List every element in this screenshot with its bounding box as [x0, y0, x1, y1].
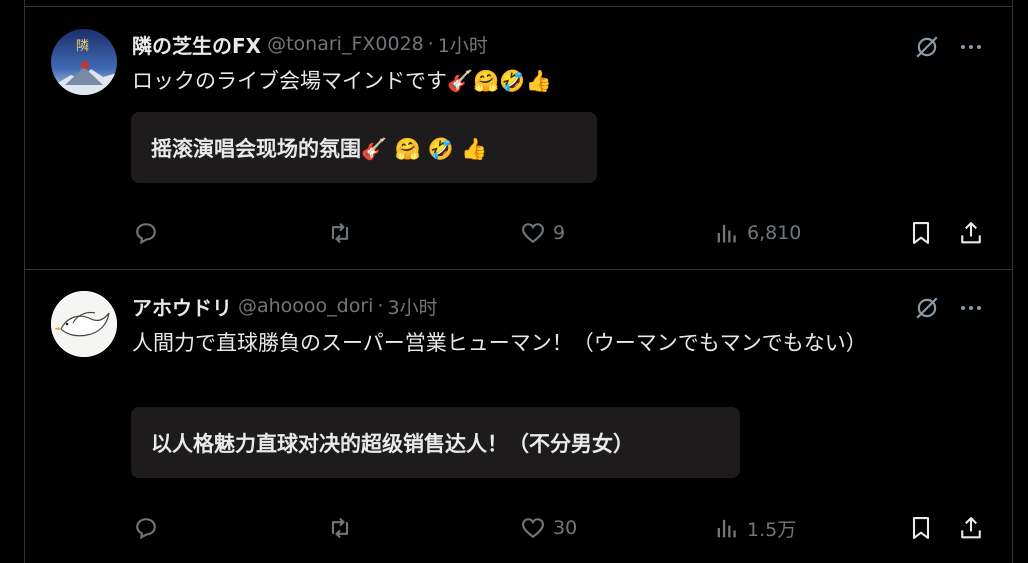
like-count: 30 — [553, 517, 578, 539]
bookmark-button[interactable] — [907, 514, 935, 542]
tweet-text: ロックのライブ会場マインドです🎸🤗🤣👍 — [132, 69, 552, 93]
view-count: 1.5万 — [747, 518, 797, 541]
share-button[interactable] — [957, 219, 985, 247]
timestamp[interactable]: 1小时 — [438, 31, 488, 58]
reply-button[interactable] — [132, 219, 166, 247]
share-button[interactable] — [957, 514, 985, 542]
reply-icon — [136, 518, 156, 540]
tweet-text: 人間力で直球勝負のスーパー営業ヒューマン！（ウーマンでもマンでもない） — [132, 331, 867, 355]
avatar-text: 隣 — [76, 39, 90, 54]
bookmark-icon — [912, 222, 930, 244]
share-icon — [961, 517, 981, 539]
display-name[interactable]: 隣の芝生のFX — [132, 30, 261, 59]
avatar[interactable] — [51, 291, 117, 357]
bookmark-button[interactable] — [907, 219, 935, 247]
translate-off-icon[interactable] — [911, 292, 943, 324]
translation-text: 以人格魅力直球对决的超级销售达人！（不分男女） — [151, 431, 634, 456]
handle[interactable]: @tonari_FX0028 — [267, 33, 424, 55]
bookmark-icon — [912, 517, 930, 539]
views-button[interactable]: 1.5万 — [713, 514, 796, 542]
retweet-icon — [331, 517, 349, 539]
bird-icon — [51, 291, 117, 357]
view-count: 6,810 — [747, 222, 802, 244]
retweet-button[interactable] — [326, 219, 360, 247]
separator: · — [377, 295, 384, 317]
like-icon — [522, 518, 544, 539]
timestamp[interactable]: 3小时 — [388, 293, 438, 320]
handle[interactable]: @ahoooo_dori — [238, 295, 373, 317]
separator: · — [427, 33, 434, 55]
like-button[interactable]: 9 — [519, 219, 565, 247]
translation-text: 摇滚演唱会现场的氛围🎸 🤗 🤣 👍 — [151, 136, 488, 161]
divider-top — [25, 6, 1012, 7]
views-button[interactable]: 6,810 — [713, 219, 801, 247]
reply-button[interactable] — [132, 514, 166, 542]
like-count: 9 — [553, 222, 566, 244]
translation-box: 以人格魅力直球对决的超级销售达人！（不分男女） — [131, 407, 740, 478]
translate-off-icon[interactable] — [911, 31, 943, 63]
display-name[interactable]: アホウドリ — [132, 292, 232, 321]
views-icon — [717, 519, 736, 538]
reply-icon — [136, 223, 156, 245]
retweet-button[interactable] — [326, 514, 360, 542]
more-icon[interactable] — [955, 292, 987, 324]
more-icon[interactable] — [955, 31, 987, 63]
timeline: 隣 隣の芝生のFX @tonari_FX0028 · 1小时 ロックのライブ会場… — [24, 0, 1013, 563]
avatar[interactable]: 隣 — [51, 29, 117, 95]
tweet-header: アホウドリ @ahoooo_dori · 3小时 — [132, 292, 438, 320]
translation-box: 摇滚演唱会现场的氛围🎸 🤗 🤣 👍 — [131, 112, 597, 183]
like-icon — [522, 223, 544, 244]
share-icon — [961, 222, 981, 244]
tweet-header: 隣の芝生のFX @tonari_FX0028 · 1小时 — [132, 30, 488, 58]
retweet-icon — [331, 222, 349, 244]
views-icon — [717, 224, 736, 243]
like-button[interactable]: 30 — [519, 514, 577, 542]
tweet-divider — [25, 269, 1012, 270]
